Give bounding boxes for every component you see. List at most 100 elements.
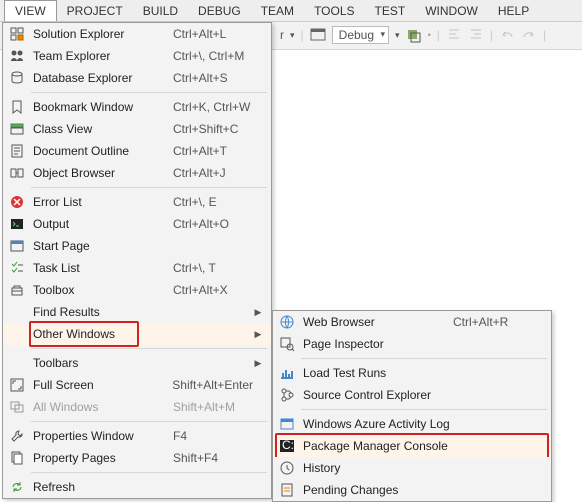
menu-tools[interactable]: TOOLS — [304, 1, 364, 21]
menu-project[interactable]: PROJECT — [57, 1, 133, 21]
menu-view[interactable]: VIEW — [4, 0, 57, 21]
output-icon — [7, 216, 27, 232]
menu-start-page[interactable]: Start Page — [3, 235, 271, 257]
submenu-load-test-runs[interactable]: Load Test Runs — [273, 362, 551, 384]
menu-label: Refresh — [27, 480, 173, 494]
menu-shortcut: Shift+Alt+Enter — [172, 378, 253, 392]
menu-shortcut: Ctrl+\, E — [173, 195, 253, 209]
menu-label: Class View — [27, 122, 173, 136]
menu-build[interactable]: BUILD — [133, 1, 188, 21]
menu-window[interactable]: WINDOW — [415, 1, 488, 21]
menu-label: Windows Azure Activity Log — [297, 417, 453, 431]
class-view-icon — [7, 121, 27, 137]
menu-error-list[interactable]: Error ListCtrl+\, E — [3, 191, 271, 213]
menu-full-screen[interactable]: Full ScreenShift+Alt+Enter — [3, 374, 271, 396]
tool-icon[interactable] — [406, 27, 422, 43]
source-control-icon — [277, 387, 297, 403]
menu-task-list[interactable]: Task ListCtrl+\, T — [3, 257, 271, 279]
menu-label: All Windows — [27, 400, 173, 414]
separator — [31, 348, 267, 349]
view-menu: Solution ExplorerCtrl+Alt+LTeam Explorer… — [2, 22, 272, 499]
menu-label: Bookmark Window — [27, 100, 173, 114]
submenu-web-browser[interactable]: Web BrowserCtrl+Alt+R — [273, 311, 551, 333]
submenu-source-control-explorer[interactable]: Source Control Explorer — [273, 384, 551, 406]
config-dropdown[interactable]: Debug ▾ — [332, 26, 389, 44]
menu-help[interactable]: HELP — [488, 1, 539, 21]
separator — [31, 472, 267, 473]
menu-database-explorer[interactable]: Database ExplorerCtrl+Alt+S — [3, 67, 271, 89]
undo-icon[interactable] — [499, 27, 515, 43]
menu-shortcut: Ctrl+Alt+J — [173, 166, 253, 180]
menu-test[interactable]: TEST — [365, 1, 416, 21]
menu-label: Full Screen — [27, 378, 172, 392]
menu-shortcut: Ctrl+Alt+R — [453, 315, 533, 329]
submenu-package-manager-console[interactable]: C:\Package Manager Console — [273, 435, 551, 457]
menu-label: Other Windows — [27, 327, 173, 341]
submenu-pending-changes[interactable]: Pending Changes — [273, 479, 551, 501]
menu-label: Property Pages — [27, 451, 173, 465]
menu-toolbars[interactable]: Toolbars▶ — [3, 352, 271, 374]
menu-label: Properties Window — [27, 429, 173, 443]
menu-debug[interactable]: DEBUG — [188, 1, 251, 21]
menu-other-windows[interactable]: Other Windows▶ — [3, 323, 271, 345]
menu-toolbox[interactable]: ToolboxCtrl+Alt+X — [3, 279, 271, 301]
menu-bookmark-window[interactable]: Bookmark WindowCtrl+K, Ctrl+W — [3, 96, 271, 118]
submenu-arrow-icon: ▶ — [253, 358, 263, 369]
doc-outline-icon — [7, 143, 27, 159]
menu-solution-explorer[interactable]: Solution ExplorerCtrl+Alt+L — [3, 23, 271, 45]
menu-label: Toolbox — [27, 283, 173, 297]
browser-icon[interactable] — [310, 27, 326, 43]
separator — [301, 358, 547, 359]
inspector-icon — [277, 336, 297, 352]
fullscreen-icon — [7, 377, 27, 393]
wrench-icon — [7, 428, 27, 444]
submenu-windows-azure-activity-log[interactable]: Windows Azure Activity Log — [273, 413, 551, 435]
menu-label: Web Browser — [297, 315, 453, 329]
menu-document-outline[interactable]: Document OutlineCtrl+Alt+T — [3, 140, 271, 162]
menu-shortcut: Ctrl+\, Ctrl+M — [173, 49, 253, 63]
outdent-icon[interactable] — [446, 27, 462, 43]
menu-class-view[interactable]: Class ViewCtrl+Shift+C — [3, 118, 271, 140]
submenu-history[interactable]: History — [273, 457, 551, 479]
menu-label: Task List — [27, 261, 173, 275]
menu-find-results[interactable]: Find Results▶ — [3, 301, 271, 323]
team-explorer-icon — [7, 48, 27, 64]
indent-icon[interactable] — [468, 27, 484, 43]
menu-properties-window[interactable]: Properties WindowF4 — [3, 425, 271, 447]
menu-label: Pending Changes — [297, 483, 453, 497]
menu-refresh[interactable]: Refresh — [3, 476, 271, 498]
menu-shortcut: Shift+Alt+M — [173, 400, 253, 414]
toolbar-label-r: r — [280, 28, 284, 42]
menu-team[interactable]: TEAM — [251, 1, 304, 21]
menu-team-explorer[interactable]: Team ExplorerCtrl+\, Ctrl+M — [3, 45, 271, 67]
pages-icon — [7, 450, 27, 466]
menu-property-pages[interactable]: Property PagesShift+F4 — [3, 447, 271, 469]
blank-icon — [7, 326, 27, 342]
chevron-down-icon[interactable]: ▾ — [290, 30, 295, 41]
separator — [301, 409, 547, 410]
menu-shortcut: Ctrl+Alt+X — [173, 283, 253, 297]
menu-object-browser[interactable]: Object BrowserCtrl+Alt+J — [3, 162, 271, 184]
pmconsole-icon: C:\ — [277, 438, 297, 454]
menu-shortcut: Ctrl+K, Ctrl+W — [173, 100, 253, 114]
submenu-page-inspector[interactable]: Page Inspector — [273, 333, 551, 355]
separator — [31, 421, 267, 422]
menu-label: Output — [27, 217, 173, 231]
start-page-icon — [7, 238, 27, 254]
menu-shortcut: Ctrl+Alt+O — [173, 217, 253, 231]
menu-shortcut: Ctrl+Alt+L — [173, 27, 253, 41]
loadtest-icon — [277, 365, 297, 381]
menu-label: Load Test Runs — [297, 366, 453, 380]
menubar: VIEW PROJECT BUILD DEBUG TEAM TOOLS TEST… — [0, 0, 582, 22]
other-windows-submenu: Web BrowserCtrl+Alt+RPage InspectorLoad … — [272, 310, 552, 502]
menu-label: Object Browser — [27, 166, 173, 180]
separator — [31, 92, 267, 93]
task-list-icon — [7, 260, 27, 276]
menu-output[interactable]: OutputCtrl+Alt+O — [3, 213, 271, 235]
redo-icon[interactable] — [521, 27, 537, 43]
menu-shortcut: Ctrl+Alt+T — [173, 144, 253, 158]
menu-shortcut: Ctrl+Alt+S — [173, 71, 253, 85]
bookmark-icon — [7, 99, 27, 115]
all-windows-icon — [7, 399, 27, 415]
menu-label: Solution Explorer — [27, 27, 173, 41]
